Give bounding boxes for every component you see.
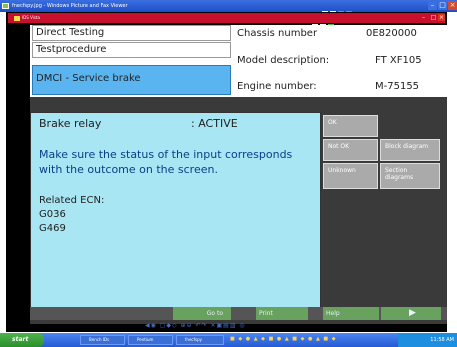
next-arrow-icon[interactable]: ▶ bbox=[381, 307, 441, 320]
start-button[interactable]: start bbox=[0, 333, 44, 347]
task-button[interactable]: Pentium bbox=[128, 335, 173, 345]
inner-close-icon[interactable]: × bbox=[438, 14, 445, 21]
model-value: FT XF105 bbox=[375, 55, 422, 66]
engine-label: Engine number: bbox=[237, 81, 317, 92]
quick-launch-icons[interactable]: ■ ◆ ● ▲ ◆ ■ ● ▲ ■ ◆ ● ▲ ■ ◆ bbox=[230, 336, 395, 344]
related-ecn: Related ECN: G036 G469 bbox=[39, 194, 104, 236]
chassis-value: 0E820000 bbox=[366, 28, 417, 39]
instruction-message: Make sure the status of the input corres… bbox=[39, 148, 293, 176]
print-button[interactable]: Print bbox=[256, 307, 308, 320]
section-diagrams-button[interactable]: Section diagrams bbox=[380, 163, 440, 189]
viewer-title-bar: fnecfspy.jpg - Windows Picture and Fax V… bbox=[0, 0, 457, 12]
maximize-icon[interactable]: □ bbox=[438, 1, 447, 10]
system-tray-clock: 11:58 AM bbox=[398, 333, 457, 347]
breadcrumb-direct-testing[interactable]: Direct Testing bbox=[32, 25, 231, 41]
ecn-item: G469 bbox=[39, 223, 66, 234]
minimize-icon[interactable]: – bbox=[428, 1, 437, 10]
instruction-panel: Brake relay : ACTIVE Make sure the statu… bbox=[30, 112, 321, 312]
footer-bar: Go to Print Help ▶ bbox=[30, 307, 447, 320]
goto-button[interactable]: Go to bbox=[173, 307, 231, 320]
inner-minimize-icon[interactable]: – bbox=[420, 14, 427, 21]
help-button[interactable]: Help bbox=[323, 307, 379, 320]
desktop: fnecfspy.jpg - Windows Picture and Fax V… bbox=[0, 0, 457, 347]
task-button[interactable]: fnecfspy bbox=[176, 335, 224, 345]
task-button[interactable]: Bench IDs bbox=[80, 335, 125, 345]
viewer-toolbar[interactable]: ◀◉ ▢◆◇ ⊕⊖ ↶↷ ✕▣▤▥ ◎ bbox=[145, 322, 325, 331]
relay-separator: : bbox=[191, 117, 195, 130]
picture-viewer-icon bbox=[2, 3, 9, 9]
breadcrumb-testprocedure[interactable]: Testprocedure bbox=[32, 42, 231, 58]
inner-maximize-icon[interactable]: □ bbox=[430, 14, 437, 21]
header-panel: Direct Testing Testprocedure DMCI - Serv… bbox=[30, 25, 447, 97]
inner-title-bar: IDS Vista bbox=[8, 13, 445, 23]
test-body: Brake relay : ACTIVE Make sure the statu… bbox=[30, 97, 447, 324]
relay-value: ACTIVE bbox=[198, 117, 238, 130]
app-logo-icon bbox=[14, 16, 20, 21]
unknown-button[interactable]: Unknown bbox=[323, 163, 378, 189]
chassis-label: Chassis number bbox=[237, 28, 318, 39]
not-ok-button[interactable]: Not OK bbox=[323, 139, 378, 161]
ecn-item: G036 bbox=[39, 209, 66, 220]
ok-button[interactable]: OK bbox=[323, 115, 378, 137]
ecn-label: Related ECN: bbox=[39, 195, 105, 206]
relay-label: Brake relay bbox=[39, 117, 102, 130]
breadcrumb-dmci-service-brake[interactable]: DMCI - Service brake bbox=[32, 65, 231, 95]
relay-status: : ACTIVE bbox=[191, 117, 238, 130]
block-diagram-button[interactable]: Block diagram bbox=[380, 139, 440, 161]
close-icon[interactable]: × bbox=[448, 1, 457, 10]
model-label: Model description: bbox=[237, 55, 330, 66]
engine-value: M-75155 bbox=[375, 81, 420, 92]
